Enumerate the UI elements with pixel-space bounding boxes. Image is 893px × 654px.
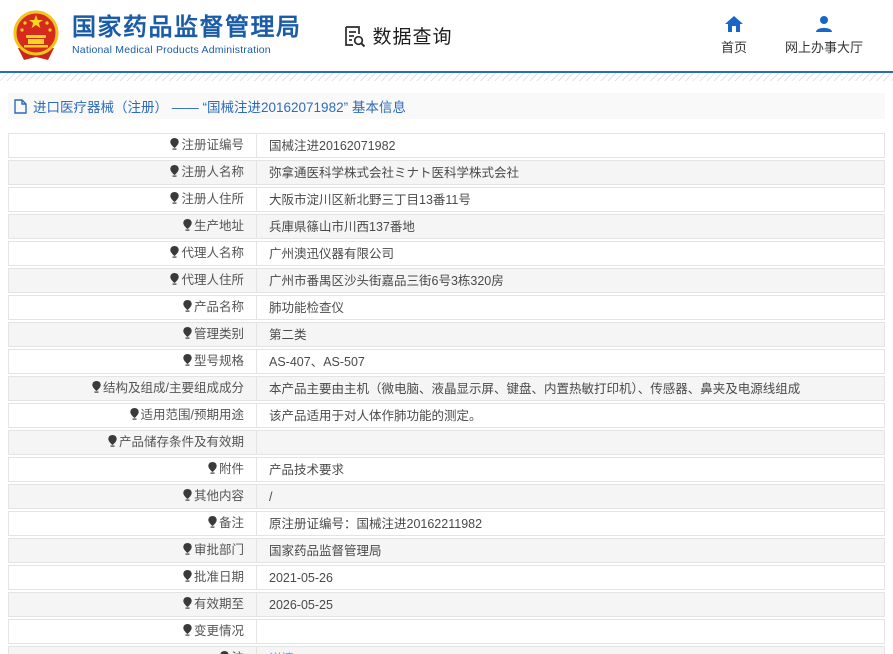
table-row: 结构及组成/主要组成成分 本产品主要由主机（微电脑、液晶显示屏、键盘、内置热敏打… — [8, 376, 885, 401]
table-row: 代理人名称 广州澳迅仪器有限公司 — [8, 241, 885, 266]
row-label: 有效期至 — [194, 597, 244, 611]
national-emblem-icon — [10, 8, 62, 64]
row-value: 原注册证编号：国械注进20162211982 — [269, 517, 482, 531]
table-row: 注册人住所 大阪市淀川区新北野三丁目13番11号 — [8, 187, 885, 212]
table-row: 型号规格 AS-407、AS-507 — [8, 349, 885, 374]
site-header: 国家药品监督管理局 National Medical Products Admi… — [0, 0, 893, 71]
nav-service-hall-label: 网上办事大厅 — [785, 37, 863, 56]
header-nav: 首页 网上办事大厅 — [721, 15, 877, 56]
row-label: 审批部门 — [194, 543, 244, 557]
note-icon — [170, 165, 179, 180]
note-icon — [183, 570, 192, 585]
row-value: 国械注进20162071982 — [269, 139, 395, 153]
row-value: 该产品适用于对人体作肺功能的测定。 — [269, 409, 482, 423]
breadcrumb-text: 进口医疗器械（注册） —— “国械注进20162071982” 基本信息 — [33, 96, 406, 116]
note-icon — [170, 192, 179, 207]
row-label: 产品储存条件及有效期 — [119, 435, 244, 449]
row-value: 大阪市淀川区新北野三丁目13番11号 — [269, 193, 471, 207]
row-value: 肺功能检查仪 — [269, 301, 344, 315]
nav-service-hall[interactable]: 网上办事大厅 — [785, 15, 863, 56]
table-row: 管理类别 第二类 — [8, 322, 885, 347]
row-value: 广州市番禺区沙头街嘉品三街6号3栋320房 — [269, 274, 504, 288]
note-icon — [183, 489, 192, 504]
user-icon — [814, 15, 834, 33]
note-icon — [170, 138, 179, 153]
table-row: 备注 原注册证编号：国械注进20162211982 — [8, 511, 885, 536]
hatched-band — [0, 73, 893, 81]
row-value: AS-407、AS-507 — [269, 355, 365, 369]
doc-search-icon — [342, 24, 366, 48]
note-icon — [183, 300, 192, 315]
note-icon — [208, 462, 217, 477]
row-label: 注册证编号 — [181, 138, 244, 152]
data-query-label: 数据查询 — [373, 22, 453, 49]
table-row: 注册证编号 国械注进20162071982 — [8, 133, 885, 158]
row-label: 其他内容 — [194, 489, 244, 503]
note-icon — [183, 624, 192, 639]
row-label: 管理类别 — [194, 327, 244, 341]
row-value: 2021-05-26 — [269, 571, 333, 585]
info-table-body: 注册证编号 国械注进20162071982 注册人名称 弥拿通医科学株式会社ミナ… — [8, 133, 885, 654]
table-row: 生产地址 兵庫県篠山市川西137番地 — [8, 214, 885, 239]
row-value: 国家药品监督管理局 — [269, 544, 382, 558]
row-label: 附件 — [219, 462, 244, 476]
row-label: 代理人住所 — [181, 273, 244, 287]
row-label: 变更情况 — [194, 624, 244, 638]
row-label: 注册人住所 — [181, 192, 244, 206]
data-query-link[interactable]: 数据查询 — [342, 22, 453, 49]
table-row: 适用范围/预期用途 该产品适用于对人体作肺功能的测定。 — [8, 403, 885, 428]
row-value: 2026-05-25 — [269, 598, 333, 612]
note-icon — [108, 435, 117, 450]
table-row: 代理人住所 广州市番禺区沙头街嘉品三街6号3栋320房 — [8, 268, 885, 293]
row-label: 产品名称 — [194, 300, 244, 314]
row-label: 型号规格 — [194, 354, 244, 368]
row-label: 备注 — [219, 516, 244, 530]
row-value: 本产品主要由主机（微电脑、液晶显示屏、键盘、内置热敏打印机）、传感器、鼻夹及电源… — [269, 382, 800, 396]
table-row: 审批部门 国家药品监督管理局 — [8, 538, 885, 563]
note-icon — [183, 327, 192, 342]
row-label: 代理人名称 — [181, 246, 244, 260]
document-icon — [14, 99, 27, 114]
note-icon — [170, 273, 179, 288]
nav-home-label: 首页 — [721, 37, 747, 56]
site-logo-link[interactable]: 国家药品监督管理局 National Medical Products Admi… — [10, 8, 302, 64]
nav-home[interactable]: 首页 — [721, 15, 747, 56]
table-row: 其他内容 / — [8, 484, 885, 509]
row-label: 结构及组成/主要组成成分 — [103, 381, 244, 395]
site-title: 国家药品监督管理局 — [72, 15, 302, 41]
note-icon — [208, 516, 217, 531]
table-row: 产品名称 肺功能检查仪 — [8, 295, 885, 320]
row-value: 第二类 — [269, 328, 307, 342]
row-label: 适用范围/预期用途 — [141, 408, 244, 422]
breadcrumb: 进口医疗器械（注册） —— “国械注进20162071982” 基本信息 — [8, 93, 885, 119]
registration-info-table: 注册证编号 国械注进20162071982 注册人名称 弥拿通医科学株式会社ミナ… — [8, 131, 885, 654]
row-label: 注册人名称 — [181, 165, 244, 179]
table-row: 注册人名称 弥拿通医科学株式会社ミナト医科学株式会社 — [8, 160, 885, 185]
site-subtitle: National Medical Products Administration — [72, 44, 302, 56]
note-icon — [92, 381, 101, 396]
row-label: 批准日期 — [194, 570, 244, 584]
note-icon — [183, 219, 192, 234]
row-value: 兵庫県篠山市川西137番地 — [269, 220, 415, 234]
home-icon — [724, 15, 744, 33]
row-value: 产品技术要求 — [269, 463, 344, 477]
row-value: 广州澳迅仪器有限公司 — [269, 247, 394, 261]
note-icon — [183, 597, 192, 612]
brand-text: 国家药品监督管理局 National Medical Products Admi… — [72, 15, 302, 56]
row-value: 弥拿通医科学株式会社ミナト医科学株式会社 — [269, 166, 519, 180]
note-icon — [170, 246, 179, 261]
row-value: / — [269, 490, 272, 504]
note-icon — [183, 354, 192, 369]
table-row: 附件 产品技术要求 — [8, 457, 885, 482]
note-icon — [183, 543, 192, 558]
table-row: 产品储存条件及有效期 — [8, 430, 885, 455]
table-row: 有效期至 2026-05-25 — [8, 592, 885, 617]
table-row: 变更情况 — [8, 619, 885, 644]
table-row: 注 详情 — [8, 646, 885, 654]
table-row: 批准日期 2021-05-26 — [8, 565, 885, 590]
row-label: 生产地址 — [194, 219, 244, 233]
note-icon — [130, 408, 139, 423]
